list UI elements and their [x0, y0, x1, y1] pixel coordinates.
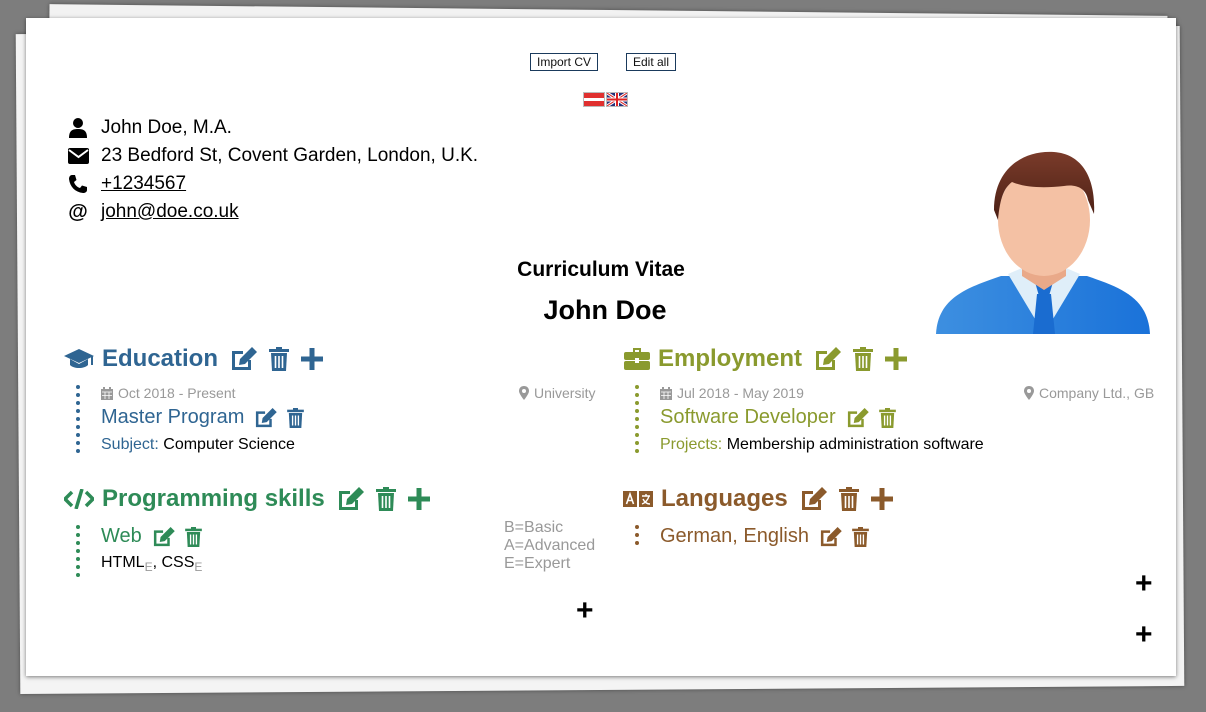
education-entry-date-row: Oct 2018 - Present — [101, 385, 236, 401]
employment-entry-dots — [635, 385, 639, 457]
employment-entry-detail: Projects: Membership administration soft… — [660, 436, 984, 454]
page-subtitle: Curriculum Vitae — [517, 258, 685, 281]
employment-entry-title-row: Software Developer — [660, 406, 896, 429]
calendar-icon — [660, 386, 672, 400]
education-entry-detail: Subject: Computer Science — [101, 436, 295, 454]
skills-entry-title-row: Web — [101, 525, 202, 548]
education-entry-place-row: University — [519, 385, 595, 401]
education-title: Education — [102, 345, 219, 372]
education-detail-value: Computer Science — [163, 436, 295, 453]
add-employment-icon[interactable] — [885, 348, 908, 370]
edit-skills-entry-icon[interactable] — [152, 526, 175, 547]
edit-employment-icon[interactable] — [814, 347, 842, 371]
envelope-icon — [66, 148, 90, 164]
briefcase-icon — [624, 348, 650, 370]
skills-title: Programming skills — [102, 485, 325, 512]
education-section-header: Education — [64, 345, 324, 373]
edit-languages-icon[interactable] — [800, 487, 827, 511]
contact-name: John Doe, M.A. — [101, 117, 232, 138]
edit-education-entry-icon[interactable] — [254, 407, 278, 428]
employment-entry-place: Company Ltd., GB — [1039, 385, 1155, 401]
add-education-icon[interactable] — [301, 348, 324, 370]
calendar-icon — [101, 386, 113, 400]
code-icon — [64, 489, 94, 509]
languages-entry-title: German, English — [660, 525, 809, 547]
legend-advanced: A=Advanced — [504, 537, 596, 554]
phone-icon — [66, 174, 90, 194]
person-icon — [66, 118, 90, 138]
languages-entry-dots — [635, 525, 639, 549]
skill-item: CSSE — [161, 554, 203, 574]
cv-page: Import CV Edit all John Doe, M.A. 23 Bed… — [26, 18, 1176, 676]
education-entry-place: University — [534, 385, 596, 401]
delete-employment-entry-icon[interactable] — [878, 407, 896, 428]
skills-entry-title: Web — [101, 525, 142, 547]
employment-entry-date-row: Jul 2018 - May 2019 — [660, 385, 804, 401]
flag-austria-icon[interactable] — [583, 92, 605, 107]
translate-icon — [623, 490, 653, 508]
employment-detail-label: Projects: — [660, 436, 723, 453]
add-section-right-button[interactable]: + — [1135, 569, 1153, 599]
education-entry-title: Master Program — [101, 406, 245, 428]
contact-address: 23 Bedford St, Covent Garden, London, U.… — [101, 145, 479, 166]
edit-languages-entry-icon[interactable] — [819, 526, 842, 547]
legend-expert: E=Expert — [504, 555, 571, 572]
add-skills-icon[interactable] — [407, 488, 430, 510]
delete-education-entry-icon[interactable] — [287, 407, 305, 428]
delete-employment-icon[interactable] — [853, 347, 874, 371]
add-section-left-button[interactable]: + — [576, 596, 594, 626]
education-entry-title-row: Master Program — [101, 406, 305, 429]
delete-languages-entry-icon[interactable] — [852, 526, 869, 547]
legend-basic: B=Basic — [504, 519, 564, 536]
add-languages-icon[interactable] — [870, 488, 893, 510]
at-icon: @ — [68, 200, 88, 223]
skills-entry-items: HTMLE, CSSE — [101, 554, 203, 574]
skill-item: HTMLE — [101, 554, 153, 574]
delete-skills-icon[interactable] — [375, 487, 396, 511]
contact-phone-link[interactable]: +1234567 — [101, 173, 186, 195]
skills-entry-dots — [76, 525, 80, 581]
delete-languages-icon[interactable] — [838, 487, 859, 511]
languages-entry-title-row: German, English — [660, 525, 869, 548]
employment-entry-place-row: Company Ltd., GB — [1024, 385, 1154, 401]
employment-entry-title: Software Developer — [660, 406, 836, 428]
contact-email-link[interactable]: john@doe.co.uk — [101, 201, 239, 223]
add-section-bottom-button[interactable]: + — [1135, 620, 1153, 650]
edit-all-button[interactable]: Edit all — [626, 53, 677, 71]
map-pin-icon — [519, 386, 529, 400]
edit-employment-entry-icon[interactable] — [846, 407, 869, 428]
education-entry-dots — [76, 385, 80, 457]
skill-level-legend: B=Basic A=Advanced E=Expert — [504, 519, 595, 573]
delete-education-icon[interactable] — [269, 347, 290, 371]
employment-section-header: Employment — [624, 345, 908, 373]
edit-skills-icon[interactable] — [337, 487, 364, 511]
flag-uk-icon[interactable] — [606, 92, 628, 107]
contact-phone-row: +1234567 — [66, 172, 186, 196]
contact-name-row: John Doe, M.A. — [66, 116, 232, 140]
employment-title: Employment — [658, 345, 803, 372]
edit-education-icon[interactable] — [230, 347, 258, 371]
contact-email-row: @ john@doe.co.uk — [66, 200, 239, 224]
education-entry-date: Oct 2018 - Present — [118, 385, 236, 401]
education-detail-label: Subject: — [101, 436, 159, 453]
languages-title: Languages — [661, 485, 788, 512]
employment-detail-value: Membership administration software — [726, 436, 984, 453]
graduation-cap-icon — [64, 348, 94, 370]
contact-address-row: 23 Bedford St, Covent Garden, London, U.… — [66, 144, 478, 168]
employment-entry-date: Jul 2018 - May 2019 — [677, 385, 804, 401]
delete-skills-entry-icon[interactable] — [184, 526, 202, 547]
skills-section-header: Programming skills — [64, 485, 430, 513]
map-pin-icon — [1024, 386, 1034, 400]
import-cv-button[interactable]: Import CV — [530, 53, 599, 71]
page-title: John Doe — [543, 295, 667, 325]
languages-section-header: Languages — [623, 485, 893, 513]
